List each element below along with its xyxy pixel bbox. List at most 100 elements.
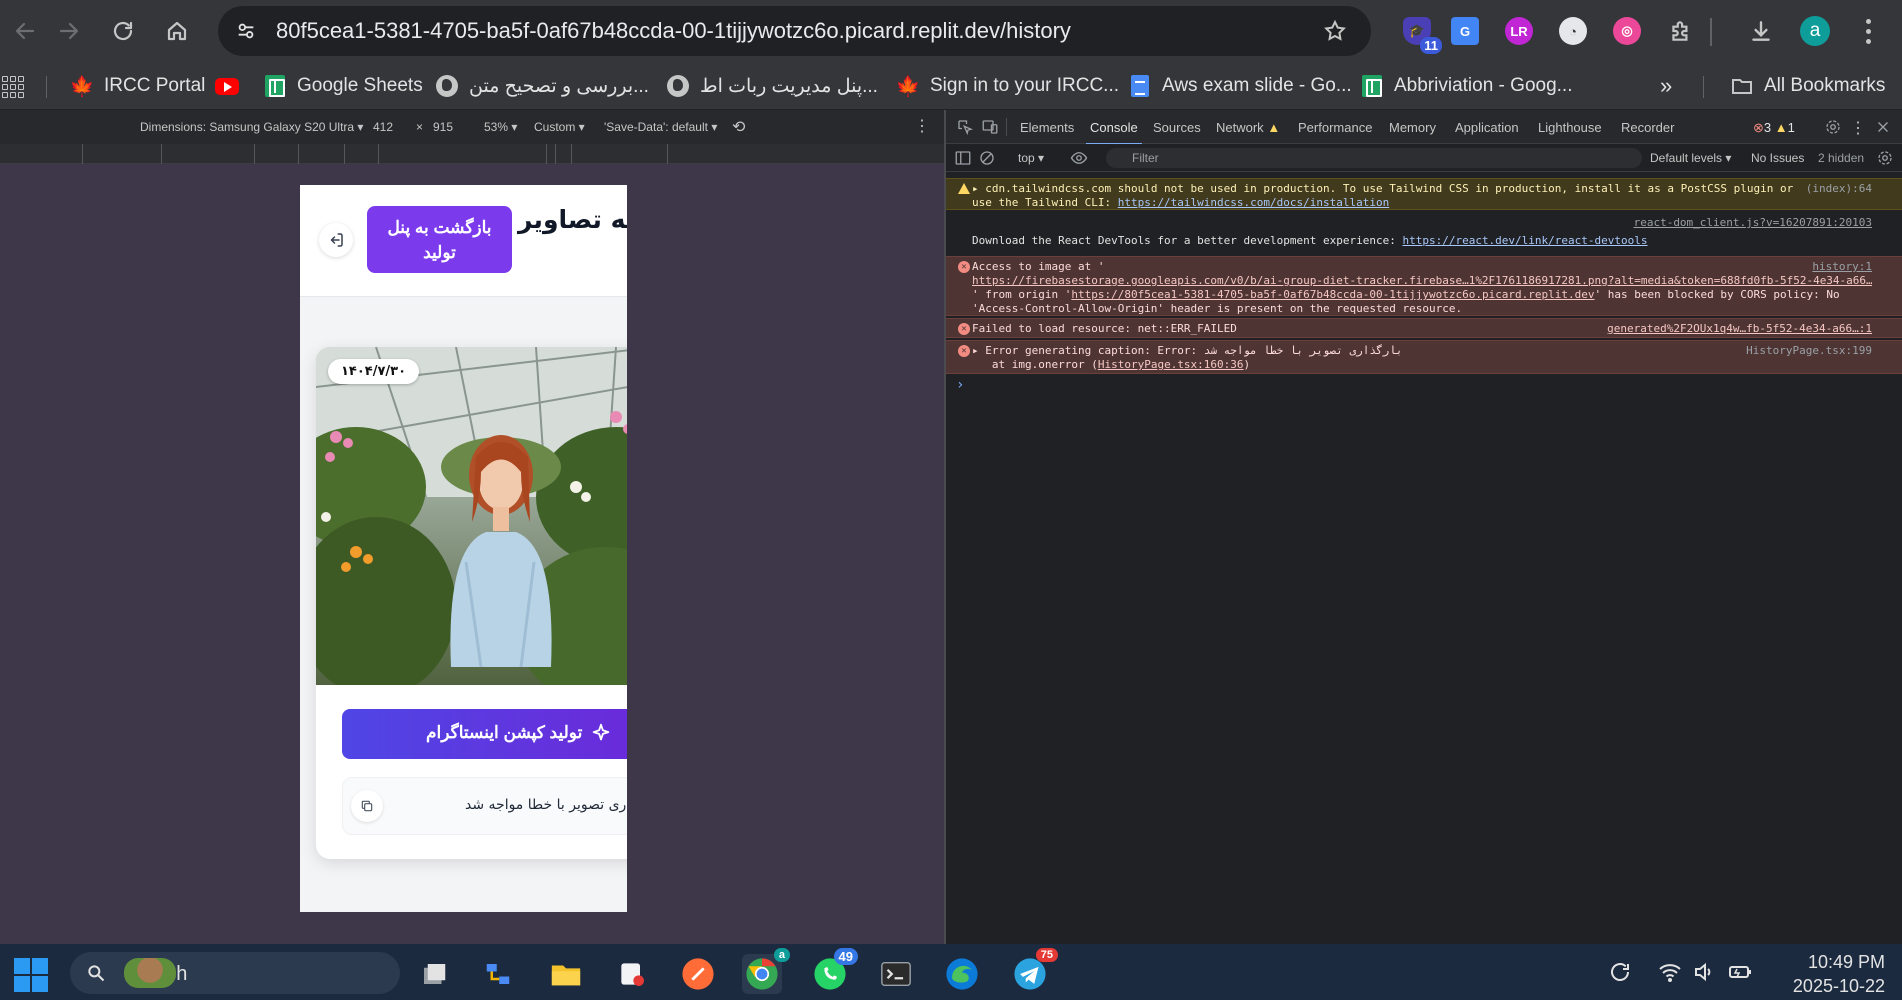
- wifi-icon[interactable]: [1658, 960, 1682, 984]
- profile-avatar[interactable]: a: [1800, 16, 1830, 46]
- all-bookmarks-button[interactable]: All Bookmarks: [1730, 72, 1885, 100]
- telegram-icon[interactable]: 75: [1010, 948, 1058, 994]
- log-levels-select[interactable]: Default levels ▾: [1650, 151, 1731, 165]
- message-source[interactable]: generated%2F2OUx1q4w…fb-5f52-4e34-a66…:1: [1607, 322, 1872, 336]
- settings-gear-icon[interactable]: [1824, 118, 1842, 136]
- inspect-element-icon[interactable]: [956, 118, 974, 136]
- console-filter-input[interactable]: Filter: [1106, 148, 1642, 168]
- extension-speed-icon[interactable]: ◔: [1556, 14, 1590, 48]
- bookmark-aws-exam-slide[interactable]: Aws exam slide - Go...: [1128, 72, 1352, 100]
- tab-network[interactable]: Network ▲: [1216, 120, 1280, 135]
- sync-icon[interactable]: [1608, 960, 1632, 984]
- message-link[interactable]: HistoryPage.tsx:160:36: [1098, 358, 1244, 371]
- bookmark-ircc-signin[interactable]: 🍁 Sign in to your IRCC...: [896, 72, 1119, 100]
- postman-icon[interactable]: [678, 954, 718, 994]
- network-app-icon[interactable]: [478, 954, 518, 994]
- message-link[interactable]: https://react.dev/link/react-devtools: [1402, 234, 1647, 247]
- tab-performance[interactable]: Performance: [1298, 120, 1372, 135]
- device-toggle-icon[interactable]: [981, 118, 999, 136]
- rotate-icon[interactable]: ⟲: [732, 117, 745, 137]
- clear-console-icon[interactable]: [978, 149, 996, 167]
- extension-hat-icon[interactable]: 🎓 11: [1400, 14, 1442, 54]
- message-source[interactable]: history:1: [1812, 260, 1872, 274]
- generated-image[interactable]: ۱۴۰۴/۷/۳۰: [316, 347, 627, 685]
- device-width-input[interactable]: 412: [373, 120, 393, 134]
- chrome-menu-icon[interactable]: [1856, 16, 1880, 46]
- search-highlight-image: [124, 958, 176, 988]
- tab-console[interactable]: Console: [1086, 120, 1142, 145]
- bookmark-abbriviation[interactable]: Abbriviation - Goog...: [1360, 72, 1572, 100]
- tab-elements[interactable]: Elements: [1020, 120, 1074, 135]
- home-icon[interactable]: [152, 0, 202, 62]
- issues-link[interactable]: No Issues: [1751, 151, 1804, 165]
- windows-start-icon[interactable]: [14, 958, 48, 992]
- device-height-input[interactable]: 915: [433, 120, 453, 134]
- bookmark-star-icon[interactable]: [1323, 19, 1347, 48]
- warning-icon: ▲: [1774, 120, 1788, 135]
- terminal-icon[interactable]: [876, 954, 916, 994]
- message-link[interactable]: https://80f5cea1-5381-4705-ba5f-0af67b48…: [1071, 288, 1594, 301]
- message-source[interactable]: react-dom_client.js?v=16207891:20103: [1634, 216, 1872, 230]
- download-icon[interactable]: [1744, 14, 1778, 48]
- message-link[interactable]: https://firebasestorage.googleapis.com/v…: [972, 274, 1872, 287]
- console-settings-gear-icon[interactable]: [1876, 149, 1894, 167]
- bookmark-google-sheets[interactable]: Google Sheets: [263, 72, 423, 100]
- url-text[interactable]: 80f5cea1-5381-4705-ba5f-0af67b48ccda-00-…: [276, 18, 1071, 44]
- bookmark-bot-admin-panel[interactable]: ...پنل مدیریت ربات اط: [666, 72, 878, 100]
- tab-sources[interactable]: Sources: [1153, 120, 1201, 135]
- console-warning-tailwind[interactable]: ▸ cdn.tailwindcss.com should not be used…: [946, 178, 1902, 210]
- apps-grid-icon[interactable]: [2, 76, 24, 98]
- tab-recorder[interactable]: Recorder: [1621, 120, 1674, 135]
- chrome-taskbar-icon[interactable]: a: [742, 948, 790, 994]
- message-link[interactable]: https://tailwindcss.com/docs/installatio…: [1118, 196, 1390, 209]
- throttle-select[interactable]: Custom ▾: [534, 120, 585, 134]
- tab-memory[interactable]: Memory: [1389, 120, 1436, 135]
- address-bar[interactable]: 80f5cea1-5381-4705-ba5f-0af67b48ccda-00-…: [218, 6, 1371, 56]
- console-error-cors[interactable]: ✕ Access to image at ' https://firebases…: [946, 256, 1902, 316]
- devtools-more-icon[interactable]: ⋮: [1850, 118, 1868, 137]
- save-data-select[interactable]: 'Save-Data': default ▾: [604, 120, 717, 134]
- context-select[interactable]: top ▾: [1018, 151, 1044, 165]
- forward-arrow-icon[interactable]: [44, 0, 94, 62]
- logout-button[interactable]: [319, 223, 353, 257]
- language-reactor-icon[interactable]: LR: [1502, 14, 1536, 48]
- file-explorer-icon[interactable]: [546, 954, 586, 994]
- sidebar-toggle-icon[interactable]: [954, 149, 972, 167]
- message-source[interactable]: (index):64: [1806, 182, 1872, 196]
- volume-icon[interactable]: [1692, 960, 1716, 984]
- copy-button[interactable]: [351, 790, 383, 822]
- extensions-puzzle-icon[interactable]: [1664, 14, 1698, 48]
- generate-caption-button[interactable]: تولید کپشن اینستاگرام: [342, 709, 627, 759]
- translate-extension-icon[interactable]: G: [1448, 14, 1482, 48]
- device-toolbar: Dimensions: Samsung Galaxy S20 Ultra ▾ 4…: [0, 110, 944, 144]
- system-clock[interactable]: 10:49 PM 2025-10-22: [1765, 950, 1885, 998]
- console-error-caption[interactable]: ✕ ▸ Error generating caption: Error: بار…: [946, 340, 1902, 374]
- battery-icon[interactable]: [1728, 960, 1752, 984]
- issue-counter[interactable]: ⊗3 ▲1: [1753, 120, 1795, 136]
- bookmark-text-review[interactable]: ...بررسی و تصحیح متن: [435, 72, 649, 100]
- device-dimensions-select[interactable]: Dimensions: Samsung Galaxy S20 Ultra ▾: [140, 120, 363, 134]
- tab-application[interactable]: Application: [1455, 120, 1519, 135]
- reload-icon[interactable]: [98, 0, 148, 62]
- snipping-tool-icon[interactable]: [612, 954, 652, 994]
- back-arrow-icon[interactable]: [0, 0, 50, 62]
- live-expression-eye-icon[interactable]: [1070, 149, 1088, 167]
- console-error-failed-load[interactable]: ✕ Failed to load resource: net::ERR_FAIL…: [946, 318, 1902, 338]
- whatsapp-icon[interactable]: 49: [810, 948, 858, 994]
- console-info-react-devtools[interactable]: react-dom_client.js?v=16207891:20103 Dow…: [946, 216, 1902, 252]
- close-devtools-icon[interactable]: [1874, 118, 1892, 136]
- message-source[interactable]: HistoryPage.tsx:199: [1746, 344, 1872, 358]
- back-to-panel-button[interactable]: بازگشت به پنل تولید: [367, 206, 512, 273]
- extension-pink-icon[interactable]: ◎: [1610, 14, 1644, 48]
- device-more-options-icon[interactable]: ⋮: [914, 116, 930, 136]
- bookmark-youtube[interactable]: [215, 72, 249, 100]
- console-prompt[interactable]: ›: [956, 377, 964, 393]
- taskbar-search[interactable]: Search: [70, 952, 400, 994]
- site-info-icon[interactable]: [224, 9, 268, 53]
- zoom-select[interactable]: 53% ▾: [484, 120, 517, 134]
- task-view-icon[interactable]: [414, 954, 454, 994]
- more-bookmarks-chevron-icon[interactable]: »: [1660, 72, 1672, 100]
- bookmark-ircc-portal[interactable]: 🍁 IRCC Portal: [70, 72, 206, 100]
- tab-lighthouse[interactable]: Lighthouse: [1538, 120, 1602, 135]
- edge-icon[interactable]: [942, 954, 982, 994]
